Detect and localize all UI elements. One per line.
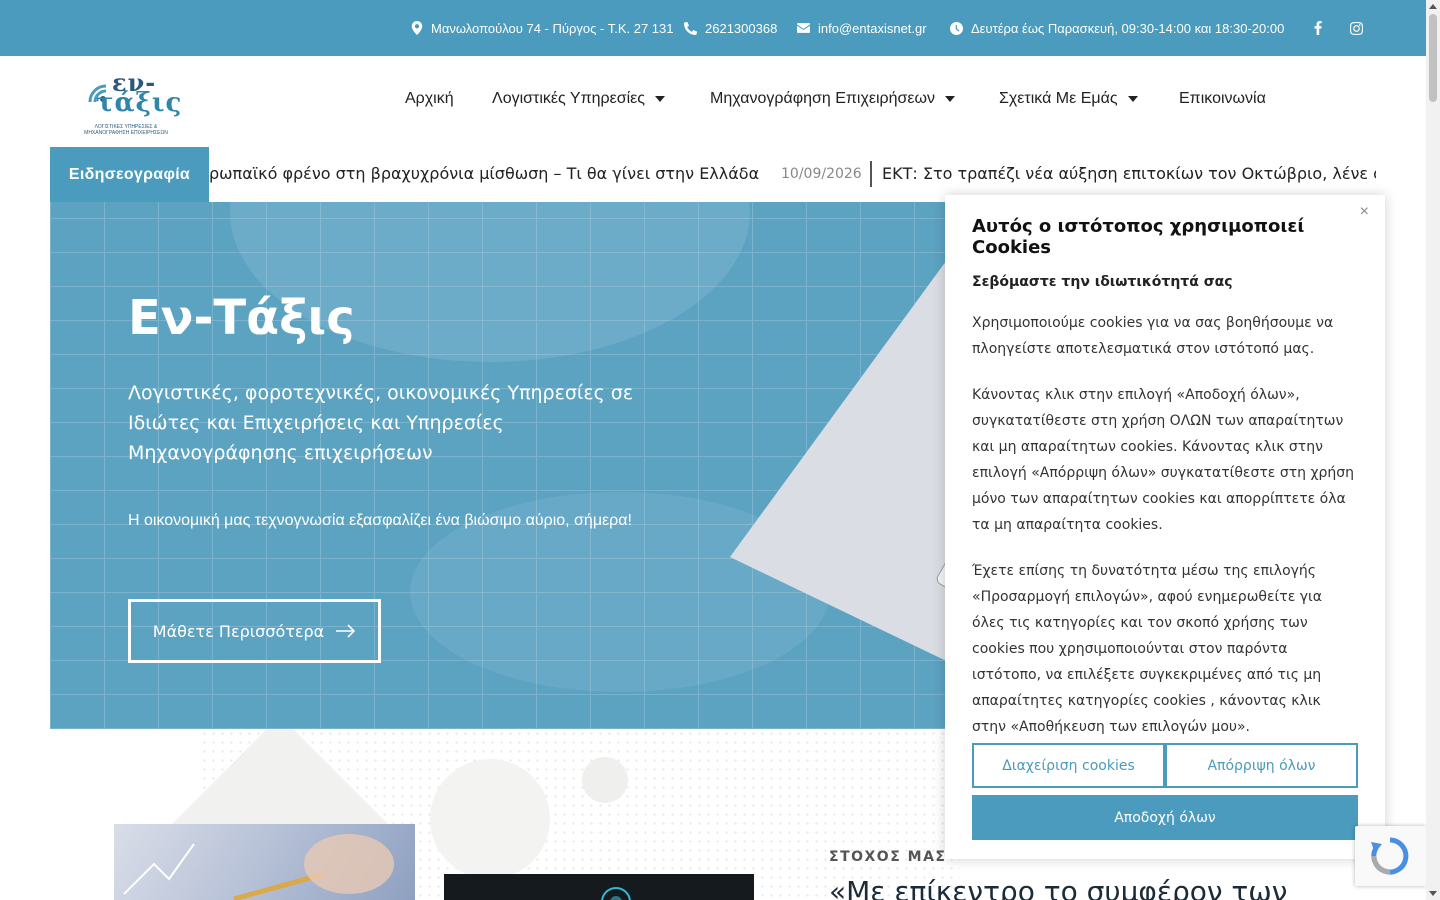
technology-photo bbox=[444, 874, 754, 900]
learn-more-button[interactable]: Μάθετε Περισσότερα bbox=[128, 599, 381, 663]
instagram-link[interactable] bbox=[1350, 0, 1363, 56]
phone-icon bbox=[684, 21, 697, 35]
tech-circle-graphic bbox=[601, 887, 631, 900]
facebook-icon[interactable] bbox=[1314, 21, 1322, 35]
hours-item: Δευτέρα έως Παρασκευή, 09:30-14:00 και 1… bbox=[950, 0, 1284, 56]
ticker-headline[interactable]: ρωπαϊκό φρένο στη βραχυχρόνια μίσθωση – … bbox=[209, 164, 759, 183]
nav-label: Μηχανογράφηση Επιχειρήσεων bbox=[710, 90, 936, 107]
scroll-up-icon[interactable] bbox=[1429, 4, 1437, 9]
ticker-separator bbox=[870, 161, 872, 187]
nav-label: Επικοινωνία bbox=[1179, 90, 1266, 107]
facebook-link[interactable] bbox=[1314, 0, 1322, 56]
cookie-button-row: Διαχείριση cookies Απόρριψη όλων bbox=[972, 743, 1358, 788]
goal-title: «Με επίκεντρο το συμφέρον των bbox=[829, 875, 1288, 900]
goal-label: ΣΤΟΧΟΣ ΜΑΣ bbox=[829, 849, 947, 865]
nav-item-about[interactable]: Σχετικά Με Εμάς bbox=[999, 90, 1138, 108]
top-info-bar: Μανωλοπούλου 74 - Πύργος - Τ.Κ. 27 131 2… bbox=[0, 0, 1426, 56]
site-header: εν- τάξις ΛΟΓΙΣΤΙΚΕΣ ΥΠΗΡΕΣΙΕΣ & ΜΗΧΑΝΟΓ… bbox=[0, 56, 1426, 148]
hours-text: Δευτέρα έως Παρασκευή, 09:30-14:00 και 1… bbox=[971, 20, 1285, 36]
nav-item-computerization[interactable]: Μηχανογράφηση Επιχειρήσεων bbox=[710, 90, 956, 108]
background-circle-shape bbox=[582, 757, 628, 803]
learn-more-label: Μάθετε Περισσότερα bbox=[152, 621, 325, 641]
nav-item-contact[interactable]: Επικοινωνία bbox=[1179, 90, 1266, 108]
logo-text-main: τάξις bbox=[96, 88, 183, 118]
recaptcha-badge[interactable] bbox=[1355, 826, 1426, 886]
hero-subtitle: Λογιστικές, φοροτεχνικές, οικονομικές Υπ… bbox=[128, 382, 634, 464]
map-marker-icon bbox=[411, 21, 423, 35]
instagram-icon[interactable] bbox=[1350, 21, 1363, 35]
cookie-subtitle: Σεβόμαστε την ιδιωτικότητά σας bbox=[972, 274, 1233, 290]
caret-down-icon bbox=[655, 96, 666, 102]
nav-label: Σχετικά Με Εμάς bbox=[999, 90, 1118, 107]
clock-icon bbox=[950, 21, 963, 35]
ticker-label: Ειδησεογραφία bbox=[50, 147, 209, 202]
finance-chart-photo bbox=[114, 824, 415, 900]
ticker-headline[interactable]: ΕΚΤ: Στο τραπέζι νέα αύξηση επιτοκίων το… bbox=[882, 164, 1376, 183]
email-item[interactable]: info@entaxisnet.gr bbox=[797, 0, 927, 56]
recaptcha-icon bbox=[1371, 837, 1409, 875]
caret-down-icon bbox=[1127, 96, 1138, 102]
reject-all-button[interactable]: Απόρριψη όλων bbox=[1165, 743, 1358, 788]
news-ticker: Ειδησεογραφία ρωπαϊκό φρένο στη βραχυχρό… bbox=[50, 147, 1376, 202]
nav-item-accounting[interactable]: Λογιστικές Υπηρεσίες bbox=[492, 90, 666, 108]
background-circle-shape bbox=[430, 759, 550, 879]
scroll-down-icon[interactable] bbox=[1429, 891, 1437, 896]
cookie-title: Αυτός ο ιστότοπος χρησιμοποιεί Cookies bbox=[972, 216, 1305, 258]
accept-all-button[interactable]: Αποδοχή όλων bbox=[972, 795, 1358, 840]
ticker-date: 10/09/2026 bbox=[781, 166, 862, 182]
cookie-paragraph: Έχετε επίσης τη δυνατότητα μέσω της επιλ… bbox=[972, 563, 1322, 735]
chart-pen-illustration bbox=[123, 834, 394, 900]
nav-label: Λογιστικές Υπηρεσίες bbox=[492, 90, 646, 107]
page-scrollbar[interactable] bbox=[1426, 0, 1440, 900]
scrollbar-thumb[interactable] bbox=[1429, 14, 1437, 102]
phone-text[interactable]: 2621300368 bbox=[705, 21, 777, 36]
address-item: Μανωλοπούλου 74 - Πύργος - Τ.Κ. 27 131 bbox=[411, 0, 673, 56]
cookie-paragraph: Χρησιμοποιούμε cookies για να σας βοηθήσ… bbox=[972, 315, 1334, 357]
hero-tagline: Η οικονομική μας τεχνογνωσία εξασφαλίζει… bbox=[128, 512, 632, 529]
manage-cookies-button[interactable]: Διαχείριση cookies bbox=[972, 743, 1165, 788]
hero-title: Εν-Τάξις bbox=[128, 290, 355, 346]
caret-down-icon bbox=[945, 96, 956, 102]
logo-tagline: ΛΟΓΙΣΤΙΚΕΣ ΥΠΗΡΕΣΙΕΣ & ΜΗΧΑΝΟΓΡΑΦΗΣΗ ΕΠΙ… bbox=[84, 124, 168, 136]
nav-label: Αρχική bbox=[405, 90, 454, 107]
cookie-consent-panel: × Αυτός ο ιστότοπος χρησιμοποιεί Cookies… bbox=[945, 195, 1385, 859]
cookie-paragraph: Κάνοντας κλικ στην επιλογή «Αποδοχή όλων… bbox=[972, 387, 1355, 533]
address-text: Μανωλοπούλου 74 - Πύργος - Τ.Κ. 27 131 bbox=[431, 20, 674, 36]
nav-item-home[interactable]: Αρχική bbox=[405, 90, 454, 108]
arrow-right-icon bbox=[336, 624, 356, 638]
envelope-icon bbox=[797, 23, 810, 33]
site-logo[interactable]: εν- τάξις ΛΟΓΙΣΤΙΚΕΣ ΥΠΗΡΕΣΙΕΣ & ΜΗΧΑΝΟΓ… bbox=[84, 68, 181, 138]
phone-item[interactable]: 2621300368 bbox=[684, 0, 777, 56]
close-icon[interactable]: × bbox=[1360, 203, 1369, 221]
email-text[interactable]: info@entaxisnet.gr bbox=[818, 21, 927, 36]
